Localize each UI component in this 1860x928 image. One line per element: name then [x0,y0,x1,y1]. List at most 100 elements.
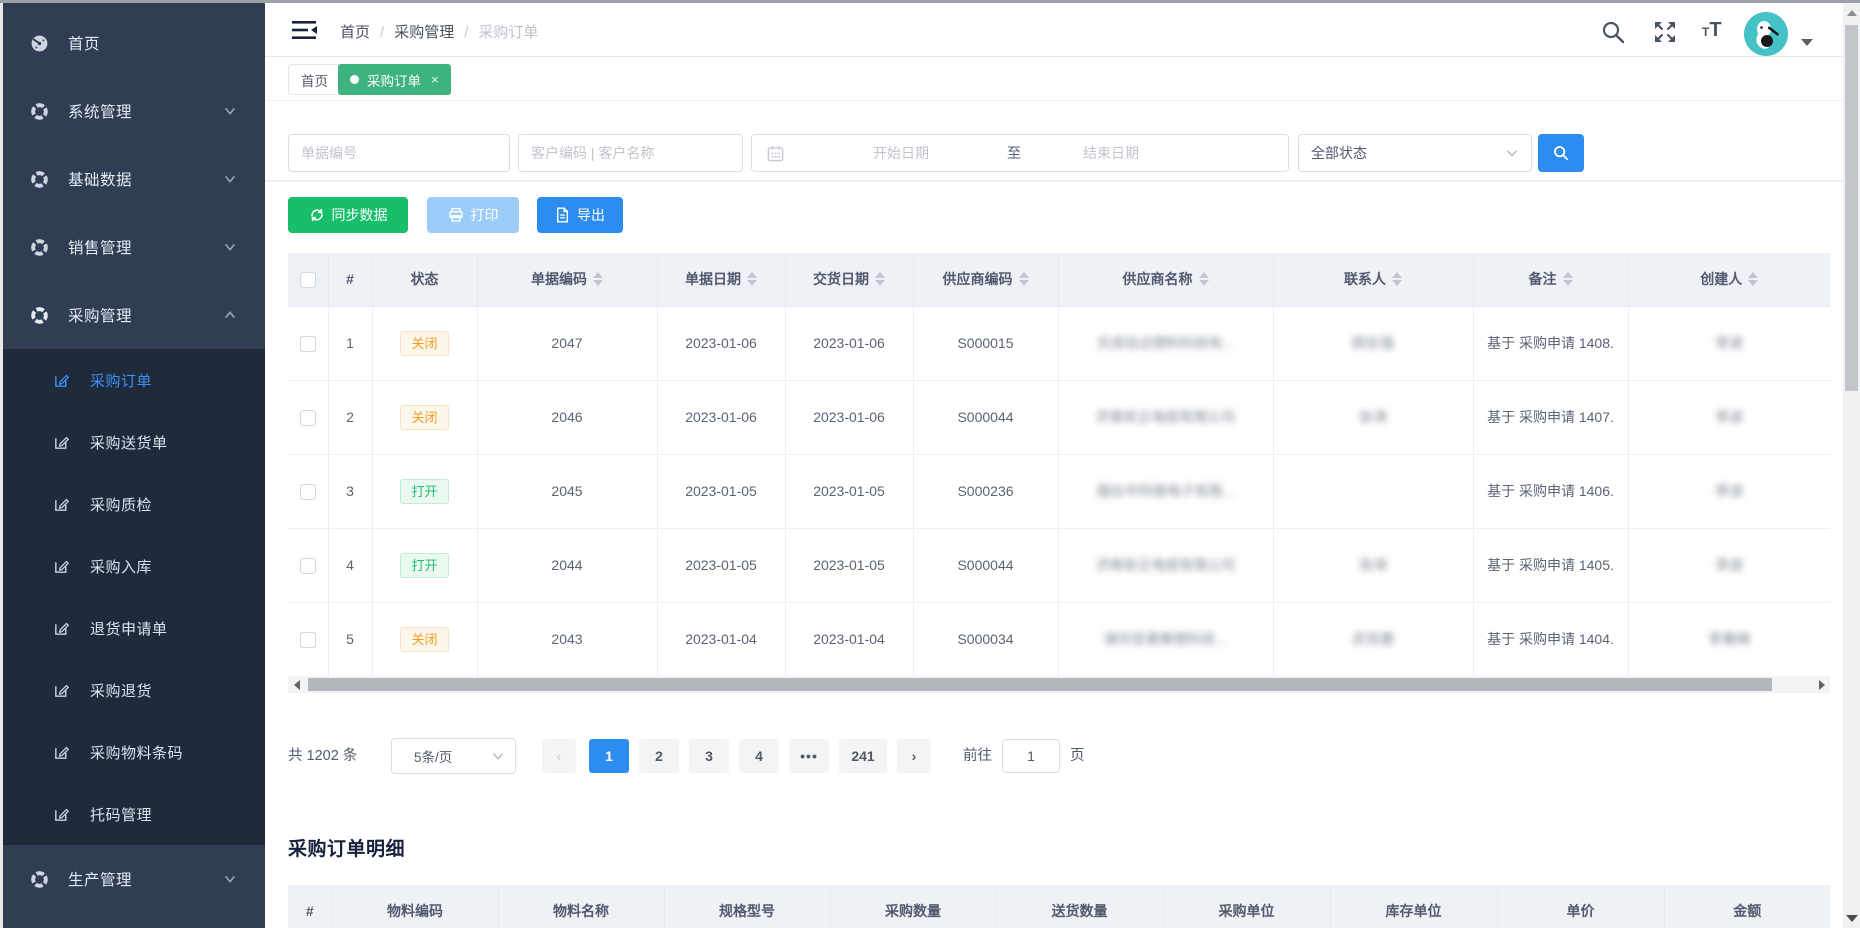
goto-page-input[interactable] [1002,739,1060,773]
cell-supplier-name: 济南安正电缆有限公司 [1058,528,1273,602]
row-checkbox[interactable] [300,336,316,352]
detail-col-purchase-qty: 采购数量 [830,885,996,928]
tab-close-icon[interactable]: × [431,72,439,87]
page-button-3[interactable]: 3 [689,739,729,773]
col-contact[interactable]: 联系人 [1273,253,1473,306]
submenu-item-material-barcode[interactable]: 采购物料条码 [3,721,265,783]
breadcrumb-separator: / [464,24,468,41]
sort-carets-icon[interactable] [875,272,885,286]
prev-page-button[interactable]: ‹ [542,739,576,773]
sidebar-item-sales[interactable]: 销售管理 [3,213,265,281]
horizontal-scrollbar[interactable] [288,676,1830,693]
sidebar-fold-icon[interactable] [292,20,318,40]
cell-supplier-code: S000034 [913,602,1058,676]
cell-supplier-code: S000044 [913,528,1058,602]
sort-carets-icon[interactable] [1563,272,1573,286]
date-to-label: 至 [1007,143,1021,163]
edit-icon [53,496,70,513]
sort-carets-icon[interactable] [1748,272,1758,286]
sort-carets-icon[interactable] [1199,272,1209,286]
page-button-4[interactable]: 4 [739,739,779,773]
tab-home[interactable]: 首页 [288,64,341,95]
table-row[interactable]: 4 打开 2044 2023-01-05 2023-01-05 S000044 … [288,528,1830,602]
page-size-select[interactable]: 5条/页 [391,738,516,774]
sort-carets-icon[interactable] [593,272,603,286]
status-select[interactable]: 全部状态 [1298,134,1532,172]
sidebar-item-home[interactable]: 首页 [3,9,265,77]
sidebar-item-production[interactable]: 生产管理 [3,845,265,913]
date-end-placeholder[interactable]: 结束日期 [1083,143,1139,163]
order-no-input[interactable] [288,134,510,172]
vertical-scrollbar-thumb[interactable] [1845,25,1858,391]
customer-input[interactable] [518,134,743,172]
cell-contact [1273,454,1473,528]
cell-doc-no: 2045 [477,454,657,528]
page-button-last[interactable]: 241 [839,739,887,773]
breadcrumb-purchase[interactable]: 采购管理 [394,24,454,41]
detail-section-title: 采购订单明细 [288,834,405,861]
search-button[interactable] [1538,134,1584,172]
vertical-scrollbar[interactable] [1843,3,1860,928]
row-checkbox[interactable] [300,632,316,648]
scroll-left-arrow-icon[interactable] [288,676,305,693]
cell-remark: 基于 采购申请 1407. [1473,380,1628,454]
more-pages-icon[interactable]: ••• [789,739,829,773]
submenu-item-purchase-order[interactable]: 采购订单 [3,349,265,411]
sidebar-item-basedata[interactable]: 基础数据 [3,145,265,213]
date-range-picker[interactable]: 开始日期 至 结束日期 [751,134,1289,172]
col-doc-date[interactable]: 单据日期 [657,253,785,306]
breadcrumb-home[interactable]: 首页 [340,24,370,41]
avatar-dropdown-caret-icon[interactable] [1801,39,1813,46]
module-icon [30,238,49,257]
sort-carets-icon[interactable] [1392,272,1402,286]
table-row[interactable]: 1 关闭 2047 2023-01-06 2023-01-06 S000015 … [288,306,1830,380]
sort-carets-icon[interactable] [1019,272,1029,286]
sync-data-button[interactable]: 同步数据 [288,197,408,233]
section-divider [265,180,1843,182]
horizontal-scrollbar-thumb[interactable] [308,678,1772,691]
col-supplier-name[interactable]: 供应商名称 [1058,253,1273,306]
next-page-button[interactable]: › [897,739,931,773]
print-button[interactable]: 打印 [427,197,519,233]
font-size-icon[interactable]: TT [1702,19,1722,42]
submenu-item-purchase-return[interactable]: 采购退货 [3,659,265,721]
submenu-item-purchase-delivery[interactable]: 采购送货单 [3,411,265,473]
col-supplier-code[interactable]: 供应商编码 [913,253,1058,306]
tab-purchase-order[interactable]: 采购订单 × [338,64,451,95]
col-creator[interactable]: 创建人 [1628,253,1830,306]
page-button-1[interactable]: 1 [589,739,629,773]
cell-contact: 张涛 [1273,380,1473,454]
submenu-item-label: 采购入库 [90,556,152,577]
row-checkbox[interactable] [300,484,316,500]
page-button-2[interactable]: 2 [639,739,679,773]
date-start-placeholder[interactable]: 开始日期 [873,143,929,163]
row-checkbox[interactable] [300,410,316,426]
col-remark[interactable]: 备注 [1473,253,1628,306]
table-row[interactable]: 5 关闭 2043 2023-01-04 2023-01-04 S000034 … [288,602,1830,676]
table-row[interactable]: 3 打开 2045 2023-01-05 2023-01-05 S000236 … [288,454,1830,528]
scroll-up-arrow-icon[interactable] [1843,5,1860,21]
sidebar-item-purchase[interactable]: 采购管理 [3,281,265,349]
avatar[interactable] [1744,12,1788,56]
col-doc-no[interactable]: 单据编码 [477,253,657,306]
scroll-down-arrow-icon[interactable] [1843,910,1860,926]
chevron-down-icon [223,172,237,186]
export-button[interactable]: 导出 [537,197,623,233]
col-delivery-date[interactable]: 交货日期 [785,253,913,306]
submenu-item-purchase-qc[interactable]: 采购质检 [3,473,265,535]
cell-doc-date: 2023-01-06 [657,306,785,380]
fullscreen-icon[interactable] [1652,19,1678,45]
search-icon[interactable] [1600,19,1626,45]
submenu-item-purchase-inbound[interactable]: 采购入库 [3,535,265,597]
sort-carets-icon[interactable] [747,272,757,286]
cell-remark: 基于 采购申请 1405. [1473,528,1628,602]
scroll-right-arrow-icon[interactable] [1813,676,1830,693]
select-all-checkbox[interactable] [300,272,316,288]
row-checkbox[interactable] [300,558,316,574]
app-window: 首页 系统管理 基础数据 销售管理 采购管理 采购订单 [0,0,1860,928]
chevron-down-icon [223,872,237,886]
submenu-item-pallet-code[interactable]: 托码管理 [3,783,265,845]
table-row[interactable]: 2 关闭 2046 2023-01-06 2023-01-06 S000044 … [288,380,1830,454]
sidebar-item-system[interactable]: 系统管理 [3,77,265,145]
submenu-item-return-request[interactable]: 退货申请单 [3,597,265,659]
